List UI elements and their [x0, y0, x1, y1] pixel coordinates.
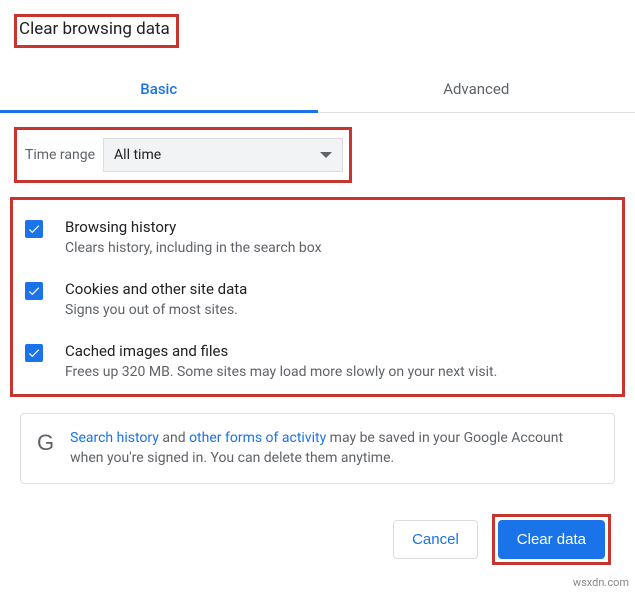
option-cached: Cached images and files Frees up 320 MB.…	[23, 332, 612, 384]
clear-data-label: Clear data	[517, 531, 586, 548]
option-desc: Signs you out of most sites.	[65, 302, 247, 318]
option-desc: Frees up 320 MB. Some sites may load mor…	[65, 364, 497, 380]
option-cookies: Cookies and other site data Signs you ou…	[23, 270, 612, 332]
info-mid1: and	[159, 430, 189, 446]
options-highlight: Browsing history Clears history, includi…	[10, 197, 625, 397]
checkbox-cookies[interactable]	[25, 282, 43, 300]
time-range-select[interactable]: All time	[103, 138, 343, 172]
option-title: Browsing history	[65, 218, 322, 236]
watermark: wsxdn.com	[573, 576, 629, 589]
tab-advanced[interactable]: Advanced	[318, 66, 635, 112]
time-range-value: All time	[114, 147, 161, 163]
clear-browsing-dialog: Clear browsing data Basic Advanced Time …	[0, 0, 635, 484]
option-text: Cached images and files Frees up 320 MB.…	[65, 342, 497, 380]
checkbox-browsing-history[interactable]	[25, 220, 43, 238]
dialog-title: Clear browsing data	[19, 19, 170, 39]
clear-data-highlight: Clear data	[492, 514, 611, 565]
time-range-row: Time range All time	[17, 130, 349, 180]
dropdown-icon	[320, 152, 332, 158]
info-text: Search history and other forms of activi…	[70, 428, 598, 469]
checkbox-cached[interactable]	[25, 344, 43, 362]
time-range-highlight: Time range All time	[14, 127, 352, 183]
option-text: Browsing history Clears history, includi…	[65, 218, 322, 256]
option-title: Cookies and other site data	[65, 280, 247, 298]
link-search-history[interactable]: Search history	[70, 430, 159, 446]
option-text: Cookies and other site data Signs you ou…	[65, 280, 247, 318]
title-highlight: Clear browsing data	[14, 14, 179, 48]
tab-basic-label: Basic	[140, 80, 177, 98]
tab-basic[interactable]: Basic	[0, 66, 318, 112]
clear-data-button[interactable]: Clear data	[498, 520, 605, 559]
time-range-label: Time range	[23, 147, 103, 163]
check-icon	[27, 284, 41, 298]
dialog-buttons: Cancel Clear data	[393, 514, 611, 565]
link-other-activity[interactable]: other forms of activity	[189, 430, 326, 446]
google-logo-icon: G	[37, 432, 54, 454]
option-desc: Clears history, including in the search …	[65, 240, 322, 256]
cancel-label: Cancel	[412, 531, 459, 548]
check-icon	[27, 346, 41, 360]
option-title: Cached images and files	[65, 342, 497, 360]
cancel-button[interactable]: Cancel	[393, 520, 478, 559]
tab-bar: Basic Advanced	[0, 66, 635, 113]
check-icon	[27, 222, 41, 236]
option-browsing-history: Browsing history Clears history, includi…	[23, 208, 612, 270]
tab-advanced-label: Advanced	[443, 80, 509, 98]
google-info-box: G Search history and other forms of acti…	[20, 413, 615, 484]
